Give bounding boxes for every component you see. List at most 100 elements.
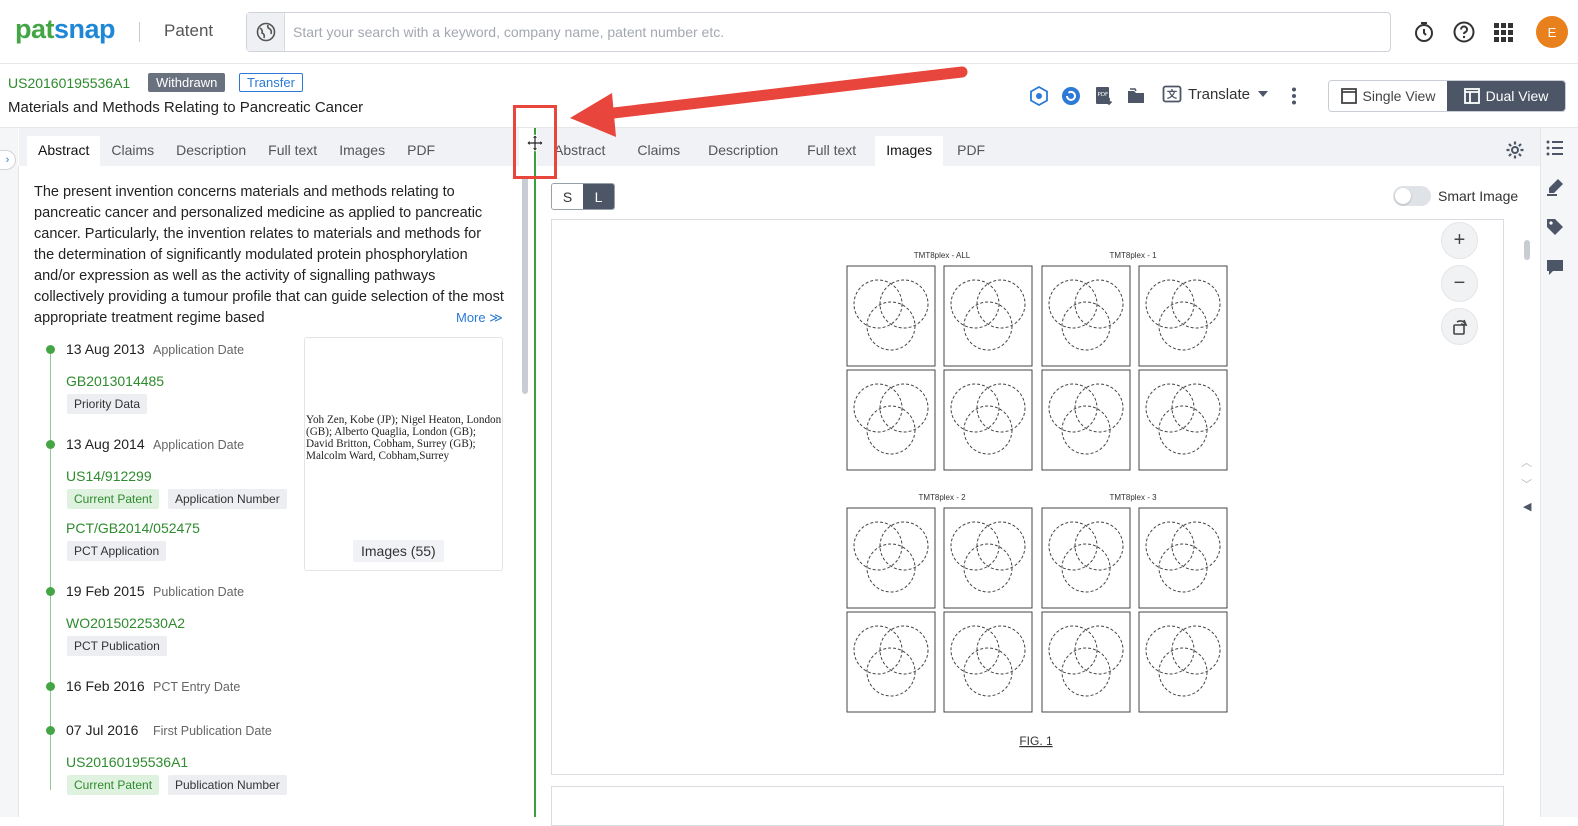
- size-small-button[interactable]: S: [552, 184, 583, 209]
- venn-circle: [964, 406, 1012, 454]
- left-tab-pdf[interactable]: PDF: [396, 136, 446, 166]
- left-tab-claims[interactable]: Claims: [100, 136, 165, 166]
- left-gutter: [0, 128, 18, 817]
- figure-panel-title: TMT8plex - 1: [1109, 251, 1157, 260]
- timeline-type: PCT Entry Date: [153, 680, 240, 694]
- timeline-dot: [46, 345, 55, 354]
- venn-circle: [1062, 302, 1110, 350]
- venn-circle: [1159, 544, 1207, 592]
- next-image-frame[interactable]: [551, 786, 1504, 826]
- highlight-pen-icon[interactable]: [1545, 177, 1565, 197]
- translate-icon: 文: [1162, 84, 1182, 104]
- venn-circle: [880, 384, 928, 432]
- ai-hexagon-icon[interactable]: [1029, 86, 1049, 106]
- help-icon[interactable]: [1452, 20, 1476, 44]
- timeline-type: First Publication Date: [153, 724, 272, 738]
- collapse-left-icon[interactable]: ◀: [1523, 500, 1531, 513]
- left-tabs: Abstract Claims Description Full text Im…: [27, 136, 446, 166]
- status-badge: Withdrawn: [148, 73, 225, 92]
- images-card[interactable]: Yoh Zen, Kobe (JP); Nigel Heaton, London…: [304, 337, 503, 571]
- single-view-button[interactable]: Single View: [1329, 81, 1447, 111]
- timeline-dot: [46, 587, 55, 596]
- product-name: Patent: [164, 21, 213, 41]
- venn-circle: [1075, 384, 1123, 432]
- caret-down-icon: [1256, 89, 1270, 99]
- venn-panel-frame: [847, 508, 935, 608]
- patsnap-logo[interactable]: patsnap: [15, 14, 115, 45]
- zoom-in-button[interactable]: +: [1441, 222, 1478, 259]
- settings-gear-icon[interactable]: [1505, 140, 1529, 164]
- right-tab-fulltext[interactable]: Full text: [789, 136, 867, 166]
- viewer-scrollbar[interactable]: [1524, 240, 1530, 260]
- priority-number-link[interactable]: GB2013014485: [66, 373, 164, 389]
- patent-figure: TMT8plex - ALLTMT8plex - 1TMT8plex - 2TM…: [552, 220, 1504, 775]
- folder-icon[interactable]: [1126, 86, 1146, 106]
- venn-circle: [1159, 406, 1207, 454]
- venn-circle: [1062, 544, 1110, 592]
- venn-circle: [1049, 522, 1097, 570]
- size-large-button[interactable]: L: [583, 184, 614, 209]
- left-tab-description[interactable]: Description: [165, 136, 257, 166]
- right-tab-claims[interactable]: Claims: [616, 136, 691, 166]
- venn-circle: [1049, 280, 1097, 328]
- scroll-down-icon[interactable]: ﹀: [1521, 476, 1532, 492]
- refresh-analysis-icon[interactable]: [1061, 86, 1081, 106]
- venn-panel-frame: [1139, 612, 1227, 712]
- right-tab-pdf[interactable]: PDF: [943, 136, 996, 166]
- timer-icon[interactable]: [1412, 20, 1436, 44]
- publication-number-link[interactable]: US20160195536A1: [66, 754, 188, 770]
- patent-image-viewer[interactable]: TMT8plex - ALLTMT8plex - 1TMT8plex - 2TM…: [551, 219, 1504, 775]
- venn-circle: [1075, 522, 1123, 570]
- pct-publication-link[interactable]: WO2015022530A2: [66, 615, 185, 631]
- application-number-link[interactable]: US14/912299: [66, 468, 152, 484]
- right-tab-description[interactable]: Description: [691, 136, 789, 166]
- patent-number[interactable]: US20160195536A1: [8, 75, 130, 91]
- venn-panel-frame: [944, 612, 1032, 712]
- dual-view-label: Dual View: [1486, 88, 1549, 104]
- venn-panel-frame: [1042, 266, 1130, 366]
- venn-circle: [854, 522, 902, 570]
- rotate-icon[interactable]: [1441, 308, 1478, 345]
- top-bar: patsnap Patent E: [0, 0, 1578, 64]
- venn-circle: [854, 626, 902, 674]
- venn-circle: [880, 626, 928, 674]
- venn-circle: [867, 544, 915, 592]
- apps-grid-icon[interactable]: [1491, 20, 1515, 44]
- pdf-download-icon[interactable]: PDF: [1094, 86, 1114, 106]
- venn-panel-frame: [847, 266, 935, 366]
- translate-button[interactable]: 文 Translate: [1162, 84, 1270, 104]
- search-bar[interactable]: [246, 12, 1391, 52]
- zoom-out-button[interactable]: −: [1441, 265, 1478, 302]
- outline-list-icon[interactable]: [1545, 138, 1565, 158]
- smart-image-switch[interactable]: [1393, 186, 1431, 206]
- left-tab-fulltext[interactable]: Full text: [257, 136, 328, 166]
- left-scrollbar[interactable]: [522, 176, 528, 394]
- venn-circle: [964, 544, 1012, 592]
- right-tab-images[interactable]: Images: [875, 136, 943, 166]
- venn-circle: [1075, 626, 1123, 674]
- smart-image-toggle[interactable]: Smart Image: [1393, 186, 1518, 206]
- scroll-up-icon[interactable]: ︿: [1521, 454, 1532, 470]
- timeline-line: [50, 350, 51, 790]
- transfer-badge[interactable]: Transfer: [239, 73, 303, 92]
- pane-splitter[interactable]: [534, 128, 536, 817]
- timeline-date: 13 Aug 2014: [66, 436, 145, 452]
- venn-circle: [1062, 648, 1110, 696]
- dual-view-button[interactable]: Dual View: [1447, 81, 1565, 111]
- single-view-icon: [1341, 88, 1357, 104]
- logo-divider: [139, 22, 140, 42]
- images-count-button[interactable]: Images (55): [353, 540, 444, 562]
- more-link[interactable]: More ≫: [454, 310, 503, 326]
- left-tab-abstract[interactable]: Abstract: [27, 136, 100, 166]
- tag-icon[interactable]: [1545, 217, 1565, 237]
- user-avatar[interactable]: E: [1536, 16, 1568, 48]
- globe-icon[interactable]: [247, 13, 285, 51]
- pct-application-link[interactable]: PCT/GB2014/052475: [66, 520, 200, 536]
- venn-circle: [1146, 384, 1194, 432]
- priority-data-chip: Priority Data: [67, 394, 147, 414]
- search-input[interactable]: [293, 21, 1373, 43]
- comment-icon[interactable]: [1545, 257, 1565, 277]
- left-tab-images[interactable]: Images: [328, 136, 396, 166]
- venn-panel-frame: [1139, 508, 1227, 608]
- more-options-icon[interactable]: [1284, 86, 1304, 106]
